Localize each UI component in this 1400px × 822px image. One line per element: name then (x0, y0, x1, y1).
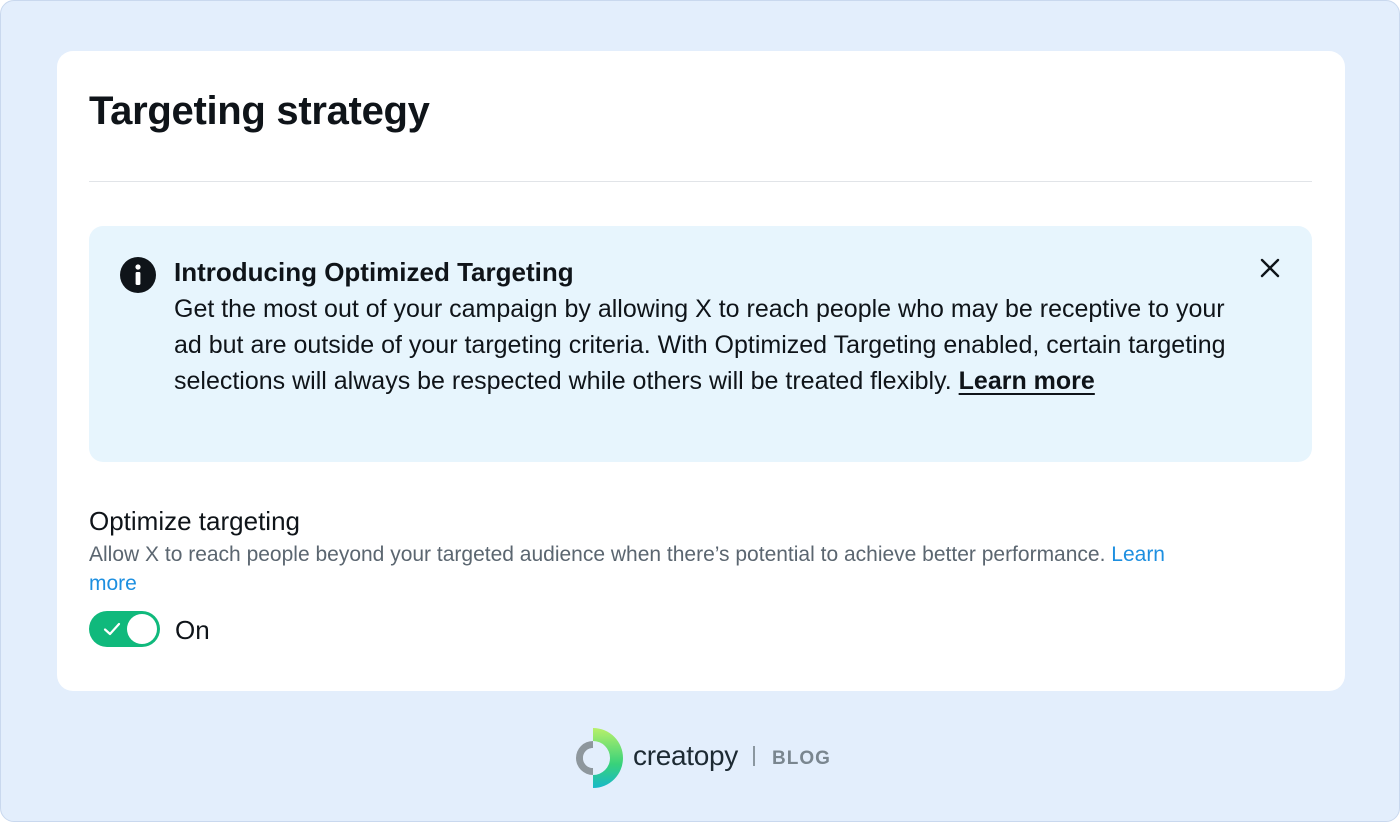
creatopy-logo-icon (576, 728, 623, 788)
optimize-targeting-toggle[interactable] (89, 611, 160, 647)
footer-brand-name: creatopy (633, 740, 738, 771)
toggle-state-label: On (175, 615, 210, 645)
footer-blog-tag: BLOG (772, 748, 831, 769)
info-icon (120, 257, 156, 293)
toggle-knob (127, 614, 157, 644)
optimize-targeting-description: Allow X to reach people beyond your targ… (89, 540, 1189, 598)
banner-title: Introducing Optimized Targeting (174, 257, 574, 287)
page-background: Targeting strategy Introducing Optimized… (0, 0, 1400, 822)
info-banner: Introducing Optimized Targeting Get the … (89, 226, 1312, 462)
optimize-description-text: Allow X to reach people beyond your targ… (89, 543, 1106, 566)
optimize-targeting-label: Optimize targeting (89, 506, 300, 536)
banner-body: Get the most out of your campaign by all… (174, 291, 1234, 399)
check-icon (103, 622, 121, 636)
close-icon[interactable] (1258, 256, 1282, 280)
page-title: Targeting strategy (89, 89, 430, 133)
targeting-strategy-card: Targeting strategy Introducing Optimized… (57, 51, 1345, 691)
banner-learn-more-link[interactable]: Learn more (959, 367, 1095, 395)
divider (89, 181, 1312, 182)
footer-separator (753, 746, 755, 766)
footer-branding: creatopy BLOG (571, 723, 841, 793)
